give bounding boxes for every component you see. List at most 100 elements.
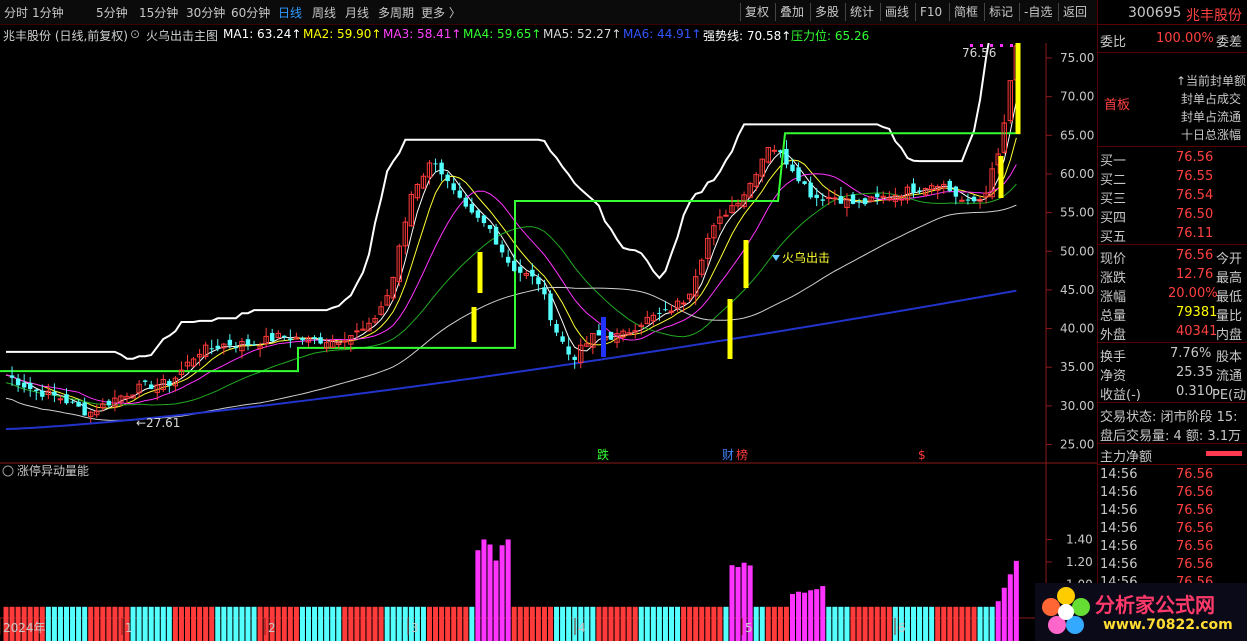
candle-body	[215, 345, 220, 349]
volume-bar	[94, 606, 100, 641]
overlay-button[interactable]: 叠加	[775, 3, 808, 21]
volume-bar	[142, 606, 148, 641]
candle-body	[15, 378, 21, 386]
volume-bar	[378, 606, 384, 641]
period-intraday[interactable]: 分时	[4, 4, 28, 21]
watchlist-button[interactable]: -自选	[1019, 3, 1056, 21]
candle-body	[554, 323, 559, 333]
candle-body	[530, 269, 535, 277]
candle-body	[312, 337, 317, 339]
kline-chart[interactable]: 75.00 70.00 65.00 60.00 55.00 50.00 45.00 40.00…	[0, 43, 1097, 641]
period-more[interactable]: 更多 〉	[421, 4, 461, 21]
period-multi[interactable]: 多周期	[378, 4, 414, 21]
bid-price: 76.11	[1176, 226, 1214, 241]
bid-row: 买五 76.11	[1098, 225, 1247, 245]
indicator-name[interactable]: 火乌出击主图	[146, 27, 218, 44]
candle-body	[34, 389, 39, 392]
signal-dot	[990, 44, 993, 47]
site-logo: 分析家公式网 www.70822.com	[1035, 583, 1247, 641]
volume-bar	[112, 606, 118, 641]
candle-body	[52, 391, 57, 396]
candle-body	[57, 398, 64, 401]
volume-bar	[868, 606, 874, 641]
tick-row: 14:56 76.56	[1098, 502, 1247, 520]
candle-body	[542, 287, 547, 295]
volume-bar	[70, 606, 76, 641]
volume-bar	[493, 560, 499, 641]
volume-bar	[342, 606, 348, 641]
volume-bar	[554, 606, 560, 641]
candle-body	[850, 194, 856, 204]
period-1min[interactable]: 1分钟	[32, 4, 64, 21]
volume-bar	[517, 606, 523, 641]
volume-bar	[178, 606, 184, 641]
volume-bar	[427, 606, 432, 641]
volume-bar	[923, 606, 929, 641]
period-60min[interactable]: 60分钟	[231, 4, 270, 21]
tick-price: 76.56	[1176, 521, 1214, 536]
period-5min[interactable]: 5分钟	[96, 4, 128, 21]
stat-row: 收益(-) 0.310 PE(动	[1098, 383, 1247, 403]
volume-bar	[596, 606, 602, 641]
signal-label: 火乌出击	[782, 250, 830, 265]
period-15min[interactable]: 15分钟	[139, 4, 178, 21]
volume-bar	[566, 606, 572, 641]
volume-bar	[82, 606, 88, 641]
candle-body	[505, 256, 511, 263]
month-label: 6	[898, 621, 906, 635]
candle-body	[288, 338, 293, 341]
adjust-button[interactable]: 复权	[740, 3, 773, 21]
statistics-button[interactable]: 统计	[845, 3, 878, 21]
quote-row: 涨跌 12.76 最高	[1098, 266, 1247, 286]
candle-body	[457, 190, 462, 198]
period-30min[interactable]: 30分钟	[186, 4, 225, 21]
price-tick-label: 75.00	[1060, 51, 1094, 65]
volume-bar	[856, 606, 862, 641]
volume-bar	[941, 606, 947, 641]
volume-bar	[523, 606, 529, 641]
volume-bar	[662, 606, 668, 641]
quote-extra: 今开	[1216, 252, 1243, 267]
candle-body	[663, 309, 668, 311]
volume-bar	[947, 606, 953, 641]
multi-stock-button[interactable]: 多股	[810, 3, 843, 21]
volume-bar	[64, 606, 69, 641]
volume-bar	[935, 606, 941, 641]
stat-row: 净资 25.35 流通	[1098, 364, 1247, 384]
volume-bar	[911, 606, 916, 641]
volume-bar	[560, 606, 566, 641]
candle-body	[820, 199, 825, 201]
volume-bar	[106, 606, 112, 641]
simple-frame-button[interactable]: 简框	[949, 3, 982, 21]
volume-bar	[57, 606, 63, 641]
limit-up-candle	[727, 299, 733, 359]
candle-body	[9, 375, 15, 378]
volume-bar	[541, 606, 547, 641]
bid-label: 买二	[1100, 173, 1127, 188]
volume-bar	[203, 606, 209, 641]
signal-dot	[1010, 44, 1013, 47]
volume-bar	[959, 606, 965, 641]
limit-up-tag: 首板	[1104, 98, 1131, 113]
ma6-value: MA6: 44.91↑	[623, 27, 702, 41]
tick-price: 76.56	[1176, 557, 1214, 572]
period-weekly[interactable]: 周线	[312, 4, 336, 21]
volume-bar	[166, 606, 172, 641]
candle-body	[475, 210, 481, 218]
signal-dot	[970, 44, 973, 47]
candle-body	[481, 215, 487, 224]
volume-bar	[88, 606, 94, 641]
f10-button[interactable]: F10	[915, 3, 946, 21]
volume-bar	[989, 606, 995, 641]
period-daily[interactable]: 日线	[278, 4, 302, 21]
candle-body	[493, 226, 499, 245]
candle-body	[487, 225, 493, 229]
period-monthly[interactable]: 月线	[345, 4, 369, 21]
draw-line-button[interactable]: 画线	[880, 3, 913, 21]
tick-price: 76.56	[1176, 467, 1214, 482]
volume-bar	[650, 606, 656, 641]
back-button[interactable]: 返回	[1058, 3, 1091, 21]
candle-body	[832, 197, 838, 200]
mark-button[interactable]: 标记	[984, 3, 1017, 21]
indicator-toggle-icon[interactable]: ⊙	[130, 27, 140, 41]
